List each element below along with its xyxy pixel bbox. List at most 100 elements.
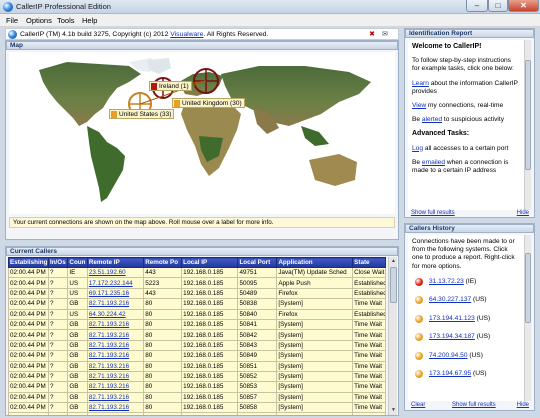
- table-cell[interactable]: 82.71.193.216: [86, 370, 145, 383]
- table-cell[interactable]: 82.71.193.216: [86, 391, 145, 404]
- learn-link[interactable]: Learn: [412, 80, 429, 87]
- table-cell[interactable]: 82.71.193.216: [86, 329, 145, 341]
- table-row[interactable]: 02:00.44 PM?GB82.71.193.21680192.168.0.1…: [8, 402, 386, 414]
- scroll-up-icon[interactable]: ▲: [389, 257, 398, 266]
- table-cell: [System]: [276, 318, 354, 331]
- table-cell: ?: [47, 412, 69, 415]
- emailed-link[interactable]: emailed: [422, 159, 445, 166]
- table-cell[interactable]: 82.71.193.216: [86, 360, 145, 372]
- table-cell[interactable]: 82.71.193.216: [86, 402, 145, 414]
- history-hide-link[interactable]: Hide: [517, 402, 529, 408]
- map-label-united-kingdom[interactable]: United Kingdom (30): [172, 98, 245, 108]
- table-cell[interactable]: 69.171.235.16: [86, 287, 145, 300]
- table-row[interactable]: 02:00.44 PM? IE 23.51.192.60 443 192.168.0.1…: [8, 266, 386, 279]
- table-row[interactable]: 02:00.44 PM?GB82.71.193.21680192.168.0.1…: [8, 360, 386, 372]
- history-item[interactable]: 74.200.94.50 (US): [412, 351, 520, 370]
- table-row[interactable]: 02:00.44 PM?GB82.71.193.21680192.168.0.1…: [8, 412, 386, 415]
- table-row[interactable]: 02:00.44 PM?GB82.71.193.21680192.168.0.1…: [8, 298, 386, 310]
- history-ip-link[interactable]: 173.194.41.123: [429, 315, 475, 322]
- table-cell[interactable]: 64.30.224.42: [86, 308, 145, 320]
- map-label-ireland[interactable]: Ireland (1): [149, 81, 192, 91]
- col-remote-ip[interactable]: Remote IP: [86, 257, 145, 268]
- table-cell: ?: [47, 391, 69, 404]
- table-row[interactable]: 02:00.44 PM? US 69.171.235.16 443 192.168.0.…: [8, 287, 386, 300]
- history-item[interactable]: 31.13.72.23 (IE): [412, 277, 520, 296]
- table-cell[interactable]: 82.71.193.216: [86, 381, 145, 393]
- alerted-link[interactable]: alerted: [422, 116, 442, 123]
- world-map[interactable]: Ireland (1) United Kingdom (30) United S…: [9, 52, 395, 214]
- table-cell: 80: [143, 391, 183, 404]
- table-cell: Time Wait: [352, 370, 386, 383]
- maximize-button[interactable]: □: [488, 0, 508, 12]
- callers-scrollbar[interactable]: ▲ ▼: [388, 257, 397, 415]
- scroll-thumb[interactable]: [390, 267, 397, 303]
- table-row[interactable]: 02:00.44 PM?GB82.71.193.21680192.168.0.1…: [8, 381, 386, 393]
- history-clear-link[interactable]: Clear: [411, 402, 425, 408]
- table-row[interactable]: 02:00.44 PM?GB82.71.193.21680192.168.0.1…: [8, 391, 386, 404]
- table-row[interactable]: 02:00.44 PM?GB82.71.193.21680192.168.0.1…: [8, 329, 386, 341]
- table-cell[interactable]: 17.172.232.144: [86, 277, 145, 289]
- history-ip-link[interactable]: 173.194.34.187: [429, 333, 475, 340]
- status-dot-icon: [415, 296, 423, 305]
- table-row[interactable]: 02:00.44 PM?GB82.71.193.21680192.168.0.1…: [8, 318, 386, 331]
- mail-icon[interactable]: ✉: [381, 31, 389, 39]
- table-cell[interactable]: 82.71.193.216: [86, 339, 145, 352]
- col-local-port[interactable]: Local Port: [237, 257, 278, 268]
- table-cell[interactable]: 82.71.193.216: [86, 412, 145, 415]
- table-row[interactable]: 02:00.44 PM? US 64.30.224.42 80 192.168.0.18…: [8, 308, 386, 320]
- history-scroll-thumb[interactable]: [525, 253, 531, 323]
- table-row[interactable]: 02:00.44 PM?GB82.71.193.21680192.168.0.1…: [8, 370, 386, 383]
- history-show-full-results-link[interactable]: Show full results: [452, 402, 496, 408]
- menu-tools[interactable]: Tools: [57, 16, 75, 25]
- table-cell: Time Wait: [352, 402, 386, 414]
- col-application[interactable]: Application: [276, 257, 354, 268]
- view-link[interactable]: View: [412, 102, 426, 109]
- id-show-full-results-link[interactable]: Show full results: [411, 210, 455, 216]
- menu-file[interactable]: File: [6, 16, 18, 25]
- col-state[interactable]: State: [352, 257, 386, 268]
- id-scrollbar[interactable]: [524, 40, 531, 210]
- table-cell: IE: [67, 266, 88, 279]
- log-link[interactable]: Log: [412, 145, 423, 152]
- table-cell: 50841: [237, 318, 278, 331]
- col-establishing[interactable]: Establishing: [8, 257, 49, 268]
- history-list: 31.13.72.23 (IE) 64.30.227.137 (US) 173.19…: [412, 277, 520, 388]
- map-label-united-states[interactable]: United States (33): [109, 109, 175, 119]
- history-item[interactable]: 173.194.67.95 (US): [412, 369, 520, 388]
- col-in-os[interactable]: In/Os: [47, 257, 69, 268]
- visualware-link[interactable]: Visualware: [170, 31, 203, 38]
- id-scroll-thumb[interactable]: [525, 60, 531, 170]
- table-row[interactable]: 02:00.44 PM? US 17.172.232.144 5223 192.168.…: [8, 277, 386, 289]
- history-ip-link[interactable]: 64.30.227.137: [429, 296, 471, 303]
- history-ip-link[interactable]: 74.200.94.50: [429, 352, 468, 359]
- table-row[interactable]: 02:00.44 PM?GB82.71.193.21680192.168.0.1…: [8, 350, 386, 362]
- menu-help[interactable]: Help: [82, 16, 97, 25]
- col-country[interactable]: Coun: [67, 257, 88, 268]
- col-local-ip[interactable]: Local IP: [181, 257, 239, 268]
- close-button[interactable]: ✕: [508, 0, 539, 12]
- history-scrollbar[interactable]: [524, 235, 531, 401]
- table-cell: 02:00.44 PM: [8, 266, 49, 279]
- history-item[interactable]: 64.30.227.137 (US): [412, 295, 520, 314]
- table-cell: [System]: [276, 350, 354, 362]
- table-cell[interactable]: 23.51.192.60: [86, 266, 145, 279]
- alert-off-icon[interactable]: ✖: [368, 31, 376, 39]
- table-cell: [System]: [276, 402, 354, 414]
- map-label-us-text: United States (33): [119, 111, 172, 118]
- menu-options[interactable]: Options: [26, 16, 52, 25]
- history-item[interactable]: 173.194.34.187 (US): [412, 332, 520, 351]
- scroll-down-icon[interactable]: ▼: [389, 406, 398, 415]
- history-item[interactable]: 173.194.41.123 (US): [412, 314, 520, 333]
- table-cell[interactable]: 82.71.193.216: [86, 318, 145, 331]
- history-ip-link[interactable]: 173.194.67.95: [429, 370, 471, 377]
- table-cell: 192.168.0.185: [181, 308, 239, 320]
- table-cell[interactable]: 82.71.193.216: [86, 350, 145, 362]
- history-ip-link[interactable]: 31.13.72.23: [429, 278, 464, 285]
- minimize-button[interactable]: –: [466, 0, 488, 12]
- table-cell[interactable]: 82.71.193.216: [86, 298, 145, 310]
- table-cell: [System]: [276, 391, 354, 404]
- col-remote-port[interactable]: Remote Po: [143, 257, 183, 268]
- id-hide-link[interactable]: Hide: [517, 210, 529, 216]
- callerip-logo-icon: [8, 30, 17, 39]
- table-row[interactable]: 02:00.44 PM?GB82.71.193.21680192.168.0.1…: [8, 339, 386, 352]
